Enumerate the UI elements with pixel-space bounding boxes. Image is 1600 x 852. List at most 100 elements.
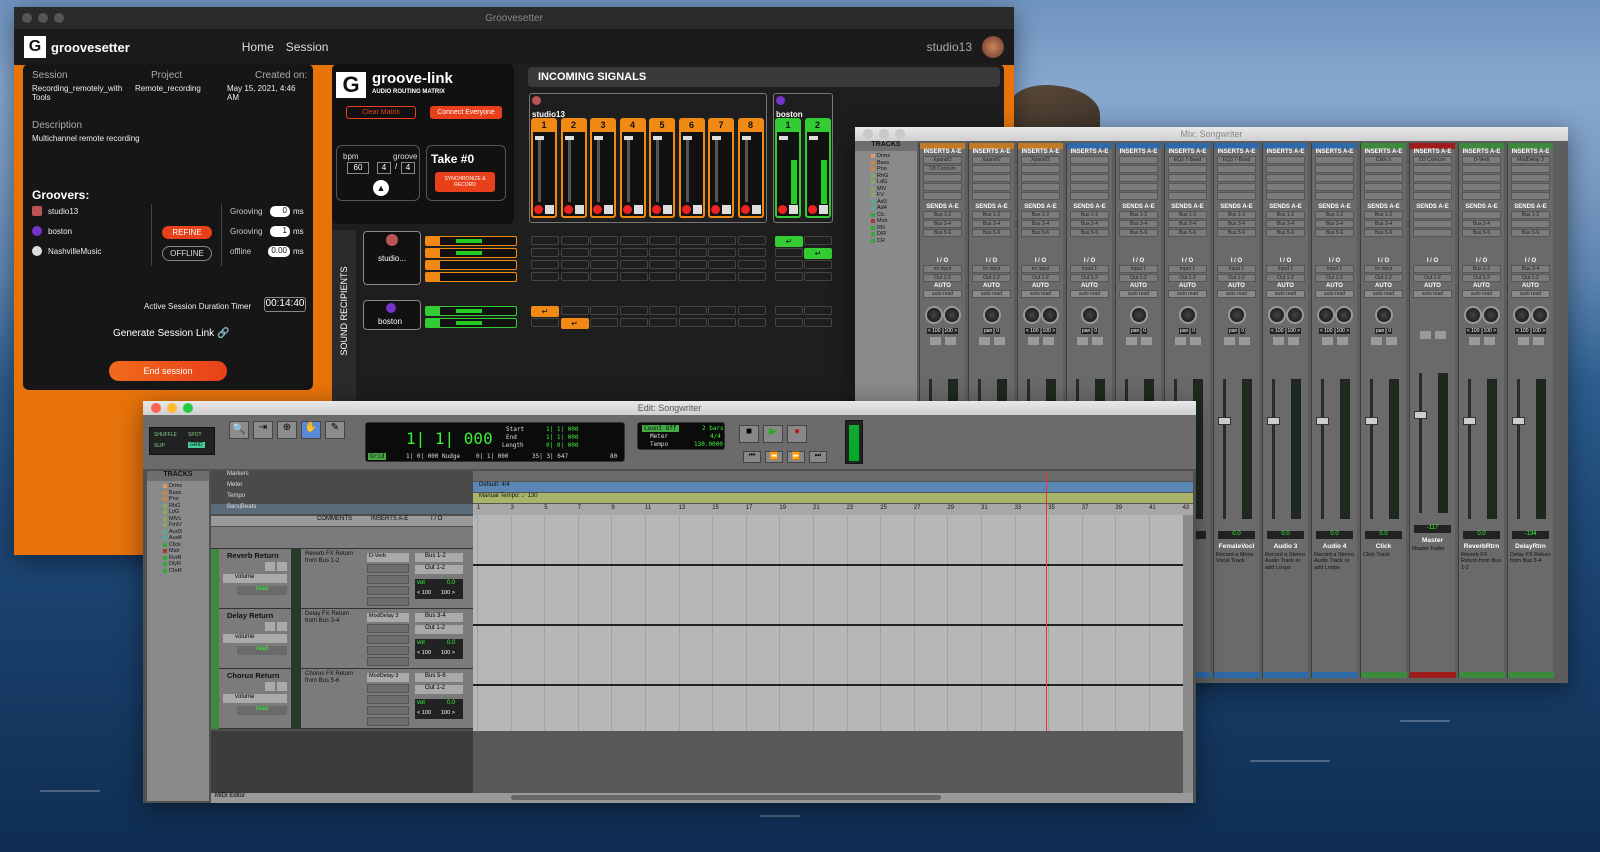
matrix-cell[interactable]: ↵ [560,318,589,329]
bar-number[interactable]: 11 [645,505,651,511]
io-output-selector[interactable]: Out 1-2 [923,274,962,282]
insert-slot[interactable]: ModDelay 3 [367,613,409,622]
mute-button[interactable] [993,337,1005,345]
latency-input[interactable]: 0 [270,206,290,217]
send-slot[interactable] [1413,220,1452,228]
recipient-studio13[interactable]: studio... [363,231,421,285]
nav-home[interactable]: Home [242,40,274,54]
insert-slot[interactable] [1217,183,1256,191]
pencil-tool-icon[interactable]: ✎ [325,421,345,439]
fader-cap[interactable] [1218,417,1231,425]
pan-value[interactable]: < 100 [417,590,431,596]
fader-cap[interactable] [808,136,818,140]
insert-slot[interactable] [923,183,962,191]
insert-slot[interactable] [367,717,409,726]
pan-value[interactable]: 100 > [441,650,455,656]
solo-button[interactable] [1174,337,1186,345]
insert-slot[interactable] [367,597,409,606]
insert-slot[interactable] [1364,183,1403,191]
matrix-cell[interactable] [619,306,648,315]
matrix-cell[interactable] [560,248,589,257]
matrix-cell[interactable] [531,318,559,327]
sig-top-input[interactable]: 4 [377,162,391,174]
insert-slot[interactable]: Click II [1364,156,1403,164]
mute-icon[interactable] [692,205,702,214]
insert-slot[interactable] [1511,192,1550,200]
matrix-cell[interactable] [531,272,559,281]
track-name[interactable]: DelayRtrn [1509,543,1552,550]
edit-track[interactable]: Reverb Return volume read Reverb FX Return … [211,549,473,609]
pan-value[interactable]: 100 > [1041,328,1057,334]
matrix-cell[interactable] [649,260,677,269]
insert-slot[interactable] [1364,174,1403,182]
matrix-cell[interactable] [775,318,803,327]
volume-readout[interactable]: 0.0 [1365,531,1402,539]
fast-forward-icon[interactable]: ⏩ [787,451,805,463]
track-comment[interactable]: Master Fader [1412,546,1453,552]
record-arm-icon[interactable] [534,205,543,214]
track-name[interactable]: ReverbRtrn [1460,543,1503,550]
insert-slot[interactable] [972,174,1011,182]
recipient-channel[interactable] [425,248,517,258]
matrix-cell[interactable] [560,306,589,315]
pan-knob[interactable] [1530,306,1549,324]
bpm-input[interactable]: 60 [347,162,369,174]
insert-slot[interactable]: D-Verb [367,553,409,562]
track-comment[interactable]: Reverb FX Return from Bus 1-2 [305,551,361,565]
bar-number[interactable]: 17 [746,505,753,511]
insert-slot[interactable] [1413,165,1452,173]
io-output-selector[interactable]: Out 1-2 [1413,274,1452,282]
gs-logo[interactable]: Ggroovesetter [24,36,130,58]
io-input-selector[interactable]: no input [923,265,962,273]
pan-value[interactable]: 100 > [441,710,455,716]
send-slot[interactable]: Bus 1-2 [1217,211,1256,219]
pan-value[interactable]: pan [982,328,994,334]
mute-button[interactable] [1042,337,1054,345]
matrix-cell[interactable] [649,306,677,315]
pan-value[interactable]: 0 [995,328,1001,334]
matrix-cell[interactable] [649,236,677,245]
incoming-channel-fader[interactable]: 3 [590,118,616,218]
bar-number[interactable]: 7 [578,505,581,511]
insert-slot[interactable] [1315,156,1354,164]
automation-mode[interactable]: auto read [1315,290,1354,298]
solo-button[interactable] [1027,337,1039,345]
matrix-cell[interactable] [737,318,766,327]
nav-session[interactable]: Session [286,40,329,54]
automation-mode[interactable]: auto read [972,290,1011,298]
bar-number[interactable]: 39 [1115,505,1122,511]
pan-value[interactable]: 100 > [1531,328,1547,334]
send-slot[interactable]: Bus 3-4 [1070,220,1109,228]
insert-slot[interactable] [1266,156,1305,164]
pan-value[interactable]: 100 > [441,590,455,596]
io-input-selector[interactable]: Input 1 [1217,265,1256,273]
matrix-cell[interactable] [619,248,648,257]
pan-knob[interactable] [1080,306,1099,324]
insert-slot[interactable] [367,695,409,704]
matrix-cell[interactable] [560,236,589,245]
insert-slot[interactable]: D3 ComLim [923,165,962,173]
matrix-cell[interactable] [678,272,707,281]
matrix-cell[interactable] [590,260,618,269]
generate-link-button[interactable]: Generate Session Link 🔗 [113,328,229,339]
incoming-channel-fader[interactable]: 5 [649,118,675,218]
solo-button[interactable] [1517,337,1529,345]
insert-slot[interactable] [923,174,962,182]
insert-slot[interactable] [1070,174,1109,182]
track-name[interactable]: Delay Return [227,611,273,620]
io-output-selector[interactable]: Out 1-2 [1217,274,1256,282]
send-slot[interactable]: Bus 5-6 [923,229,962,237]
bar-number[interactable]: 23 [847,505,854,511]
matrix-cell[interactable] [649,318,677,327]
insert-slot[interactable] [1511,183,1550,191]
pan-value[interactable]: < 100 [1465,328,1481,334]
matrix-cell[interactable] [678,306,707,315]
bar-number[interactable]: 19 [779,505,786,511]
send-slot[interactable]: Bus 3-4 [1315,220,1354,228]
mute-icon[interactable] [818,205,828,214]
play-icon[interactable]: ▶ [763,425,783,443]
recipient-channel[interactable] [425,272,517,282]
matrix-cell[interactable] [678,318,707,327]
send-slot[interactable]: Bus 1-2 [972,211,1011,219]
io-output-selector[interactable]: Out 1-2 [1119,274,1158,282]
